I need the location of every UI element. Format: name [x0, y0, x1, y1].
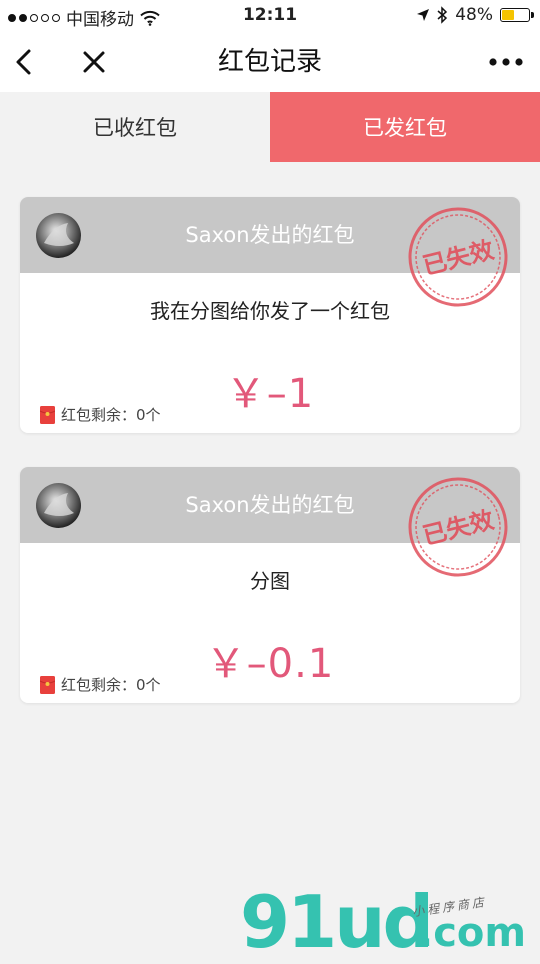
- card-body: 我在分图给你发了一个红包 ￥–1 红包剩余：0个: [20, 273, 520, 433]
- battery-percent: 48%: [455, 5, 493, 25]
- bluetooth-icon: [437, 6, 448, 24]
- tab-sent[interactable]: 已发红包: [270, 92, 540, 162]
- watermark-domain: .com: [418, 910, 527, 956]
- status-right: 48%: [416, 5, 534, 25]
- red-packet-icon: [40, 405, 55, 424]
- remaining-label: 红包剩余：0个: [61, 676, 161, 694]
- status-bar: 中国移动 12:11 48%: [0, 0, 540, 32]
- card-title: Saxon发出的红包: [185, 223, 355, 247]
- location-arrow-icon: [417, 9, 430, 21]
- battery-icon: [500, 8, 534, 22]
- card-message: 我在分图给你发了一个红包: [150, 299, 390, 323]
- tab-bar: 已收红包 已发红包: [0, 92, 540, 162]
- more-options-icon[interactable]: [486, 44, 526, 80]
- card-header: Saxon发出的红包: [20, 197, 520, 273]
- red-packet-card[interactable]: Saxon发出的红包 我在分图给你发了一个红包 ￥–1 红包剩余：0个 已失效: [20, 197, 520, 433]
- card-body: 分图 ￥–0.1 红包剩余：0个: [20, 543, 520, 703]
- card-message: 分图: [250, 569, 290, 593]
- remaining-count: 红包剩余：0个: [40, 674, 161, 695]
- watermark-logo: 91ud 小程序商店 .com: [236, 880, 536, 964]
- remaining-count: 红包剩余：0个: [40, 404, 161, 425]
- card-header: Saxon发出的红包: [20, 467, 520, 543]
- page-title: 红包记录: [217, 47, 322, 77]
- tab-received[interactable]: 已收红包: [0, 92, 270, 162]
- watermark-brand: 91ud: [240, 880, 434, 964]
- card-title: Saxon发出的红包: [185, 493, 355, 517]
- remaining-label: 红包剩余：0个: [61, 406, 161, 424]
- nav-bar: 红包记录: [0, 32, 540, 92]
- red-packet-card[interactable]: Saxon发出的红包 分图 ￥–0.1 红包剩余：0个 已失效: [20, 467, 520, 703]
- red-packet-icon: [40, 675, 55, 694]
